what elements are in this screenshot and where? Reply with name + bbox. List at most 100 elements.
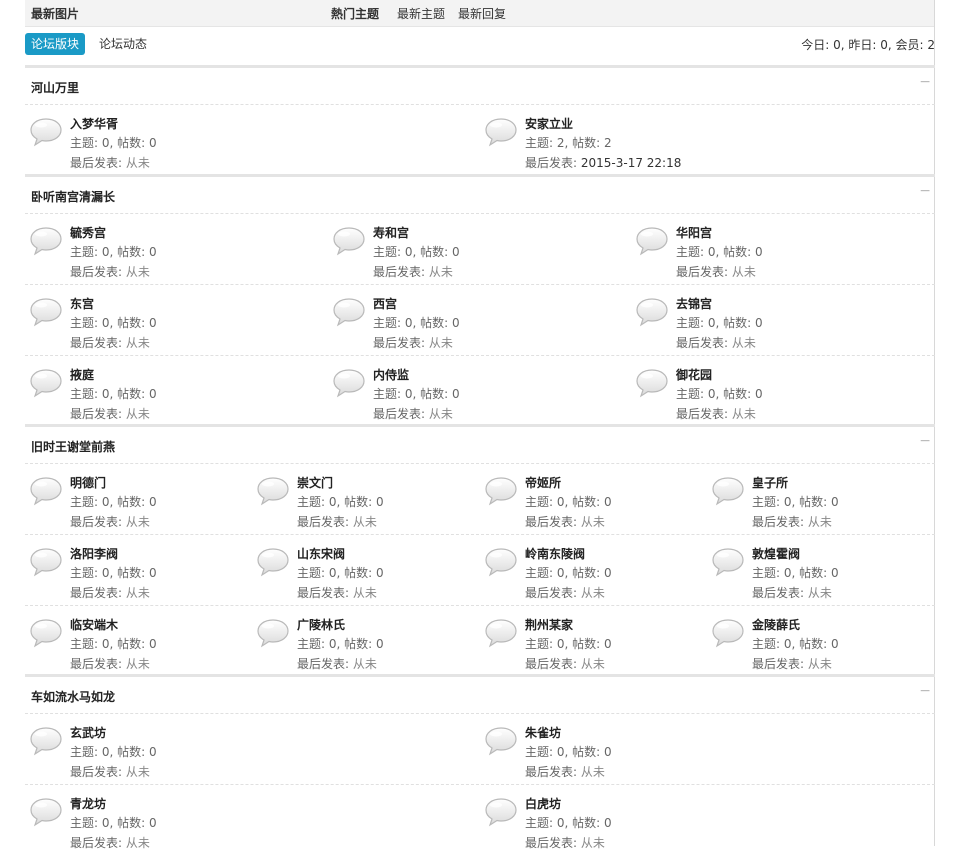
forum-counts: 主题: 0, 帖数: 0 — [752, 637, 839, 651]
last-post-label: 最后发表: — [70, 765, 126, 779]
forum-name-link[interactable]: 皇子所 — [752, 474, 788, 491]
forum-row: 玄武坊 主题: 0, 帖数: 0 最后发表: 从未 朱雀坊 主题: 0, 帖数: 0 最后… — [25, 714, 935, 785]
collapse-icon[interactable]: − — [919, 183, 931, 199]
forum-name-link[interactable]: 掖庭 — [70, 366, 94, 383]
category-header: 车如流水马如龙 − — [25, 674, 935, 714]
forum-speech-bubble-icon — [485, 477, 517, 506]
forum-counts: 主题: 0, 帖数: 0 — [676, 387, 763, 401]
forum-name-link[interactable]: 入梦华胥 — [70, 115, 118, 132]
forum-name-link[interactable]: 广陵林氏 — [297, 616, 345, 633]
forum-name-link[interactable]: 山东宋阀 — [297, 545, 345, 562]
forum-last-post: 最后发表: 从未 — [525, 763, 605, 780]
last-post-label: 最后发表: — [752, 515, 808, 529]
last-post-value: 从未 — [807, 657, 832, 671]
latest-pictures-link[interactable]: 最新图片 — [31, 5, 79, 22]
forum-last-post: 最后发表: 从未 — [525, 655, 605, 672]
forum-last-post: 最后发表: 从未 — [525, 584, 605, 601]
nav-row: 论坛版块 论坛动态 今日: 0, 昨日: 0, 会员: 2 — [25, 32, 935, 56]
last-post-label: 最后发表: — [676, 336, 732, 350]
forum-name-link[interactable]: 东宫 — [70, 295, 94, 312]
category-title[interactable]: 河山万里 — [31, 79, 79, 96]
forum-speech-bubble-icon — [636, 227, 668, 256]
forum-counts: 主题: 0, 帖数: 0 — [70, 566, 157, 580]
forum-row: 青龙坊 主题: 0, 帖数: 0 最后发表: 从未 白虎坊 主题: 0, 帖数: 0 最后… — [25, 785, 935, 855]
last-post-value: 从未 — [580, 515, 605, 529]
tab-forum-activity[interactable]: 论坛动态 — [99, 35, 147, 52]
last-post-label: 最后发表: — [70, 836, 126, 850]
forum-name-link[interactable]: 临安端木 — [70, 616, 118, 633]
last-post-value: 从未 — [125, 336, 150, 350]
last-post-value: 从未 — [731, 336, 756, 350]
last-post-label: 最后发表: — [297, 515, 353, 529]
collapse-icon[interactable]: − — [919, 433, 931, 449]
forum-name-link[interactable]: 明德门 — [70, 474, 106, 491]
last-post-value: 从未 — [125, 586, 150, 600]
forum-last-post: 最后发表: 从未 — [70, 584, 150, 601]
forum-name-link[interactable]: 寿和宫 — [373, 224, 409, 241]
forum-name-link[interactable]: 金陵薛氏 — [752, 616, 800, 633]
forum-speech-bubble-icon — [333, 227, 365, 256]
last-post-label: 最后发表: — [525, 586, 581, 600]
last-post-label: 最后发表: — [525, 156, 581, 170]
forum-row: 入梦华胥 主题: 0, 帖数: 0 最后发表: 从未 安家立业 主题: 2, 帖数: 2… — [25, 105, 935, 175]
forum-name-link[interactable]: 毓秀宫 — [70, 224, 106, 241]
forum-name-link[interactable]: 华阳宫 — [676, 224, 712, 241]
forum-name-link[interactable]: 内侍监 — [373, 366, 409, 383]
forum-category: 卧听南宫清漏长 − 毓秀宫 主题: 0, 帖数: 0 最后发表: 从未 寿和宫 主题: 0,… — [25, 174, 935, 426]
last-post-label: 最后发表: — [525, 657, 581, 671]
forum-speech-bubble-icon — [485, 798, 517, 827]
last-post-label: 最后发表: — [525, 836, 581, 850]
last-post-label: 最后发表: — [70, 657, 126, 671]
forum-counts: 主题: 0, 帖数: 0 — [373, 245, 460, 259]
forum-speech-bubble-icon — [30, 369, 62, 398]
forum-name-link[interactable]: 岭南东陵阀 — [525, 545, 585, 562]
category-title[interactable]: 卧听南宫清漏长 — [31, 188, 115, 205]
forum-name-link[interactable]: 帝姬所 — [525, 474, 561, 491]
category-title[interactable]: 车如流水马如龙 — [31, 688, 115, 705]
new-threads-tab[interactable]: 最新主题 — [397, 5, 445, 22]
category-title[interactable]: 旧时王谢堂前燕 — [31, 438, 115, 455]
forum-last-post: 最后发表: 从未 — [525, 513, 605, 530]
forum-last-post: 最后发表: 从未 — [373, 405, 453, 422]
forum-speech-bubble-icon — [257, 548, 289, 577]
forum-name-link[interactable]: 安家立业 — [525, 115, 573, 132]
forum-name-link[interactable]: 去锦宫 — [676, 295, 712, 312]
forum-counts: 主题: 0, 帖数: 0 — [297, 566, 384, 580]
last-post-label: 最后发表: — [70, 407, 126, 421]
forum-name-link[interactable]: 玄武坊 — [70, 724, 106, 741]
last-post-label: 最后发表: — [752, 586, 808, 600]
forum-name-link[interactable]: 荆州某家 — [525, 616, 573, 633]
last-post-label: 最后发表: — [297, 586, 353, 600]
forum-speech-bubble-icon — [485, 619, 517, 648]
forum-name-link[interactable]: 洛阳李阀 — [70, 545, 118, 562]
last-post-label: 最后发表: — [525, 515, 581, 529]
last-post-label: 最后发表: — [70, 515, 126, 529]
collapse-icon[interactable]: − — [919, 683, 931, 699]
last-post-value: 从未 — [580, 586, 605, 600]
collapse-icon[interactable]: − — [919, 74, 931, 90]
last-post-label: 最后发表: — [373, 407, 429, 421]
forum-name-link[interactable]: 敦煌霍阀 — [752, 545, 800, 562]
last-post-value: 从未 — [352, 586, 377, 600]
forum-name-link[interactable]: 朱雀坊 — [525, 724, 561, 741]
forum-name-link[interactable]: 青龙坊 — [70, 795, 106, 812]
forum-last-post: 最后发表: 从未 — [297, 513, 377, 530]
tab-forum-boards[interactable]: 论坛版块 — [25, 33, 86, 55]
new-replies-tab[interactable]: 最新回复 — [458, 5, 506, 22]
last-post-value: 从未 — [125, 765, 150, 779]
forum-speech-bubble-icon — [30, 548, 62, 577]
forum-name-link[interactable]: 白虎坊 — [525, 795, 561, 812]
forum-speech-bubble-icon — [712, 477, 744, 506]
forum-name-link[interactable]: 西宫 — [373, 295, 397, 312]
forum-counts: 主题: 0, 帖数: 0 — [752, 566, 839, 580]
forum-name-link[interactable]: 御花园 — [676, 366, 712, 383]
last-post-label: 最后发表: — [70, 336, 126, 350]
last-post-value[interactable]: 2015-3-17 22:18 — [581, 156, 682, 170]
hot-threads-tab[interactable]: 熱门主题 — [331, 5, 379, 22]
last-post-value: 从未 — [428, 407, 453, 421]
forum-last-post: 最后发表: 从未 — [752, 655, 832, 672]
forum-name-link[interactable]: 崇文门 — [297, 474, 333, 491]
forum-last-post: 最后发表: 从未 — [373, 263, 453, 280]
last-post-value: 从未 — [125, 156, 150, 170]
forum-counts: 主题: 0, 帖数: 0 — [70, 387, 157, 401]
